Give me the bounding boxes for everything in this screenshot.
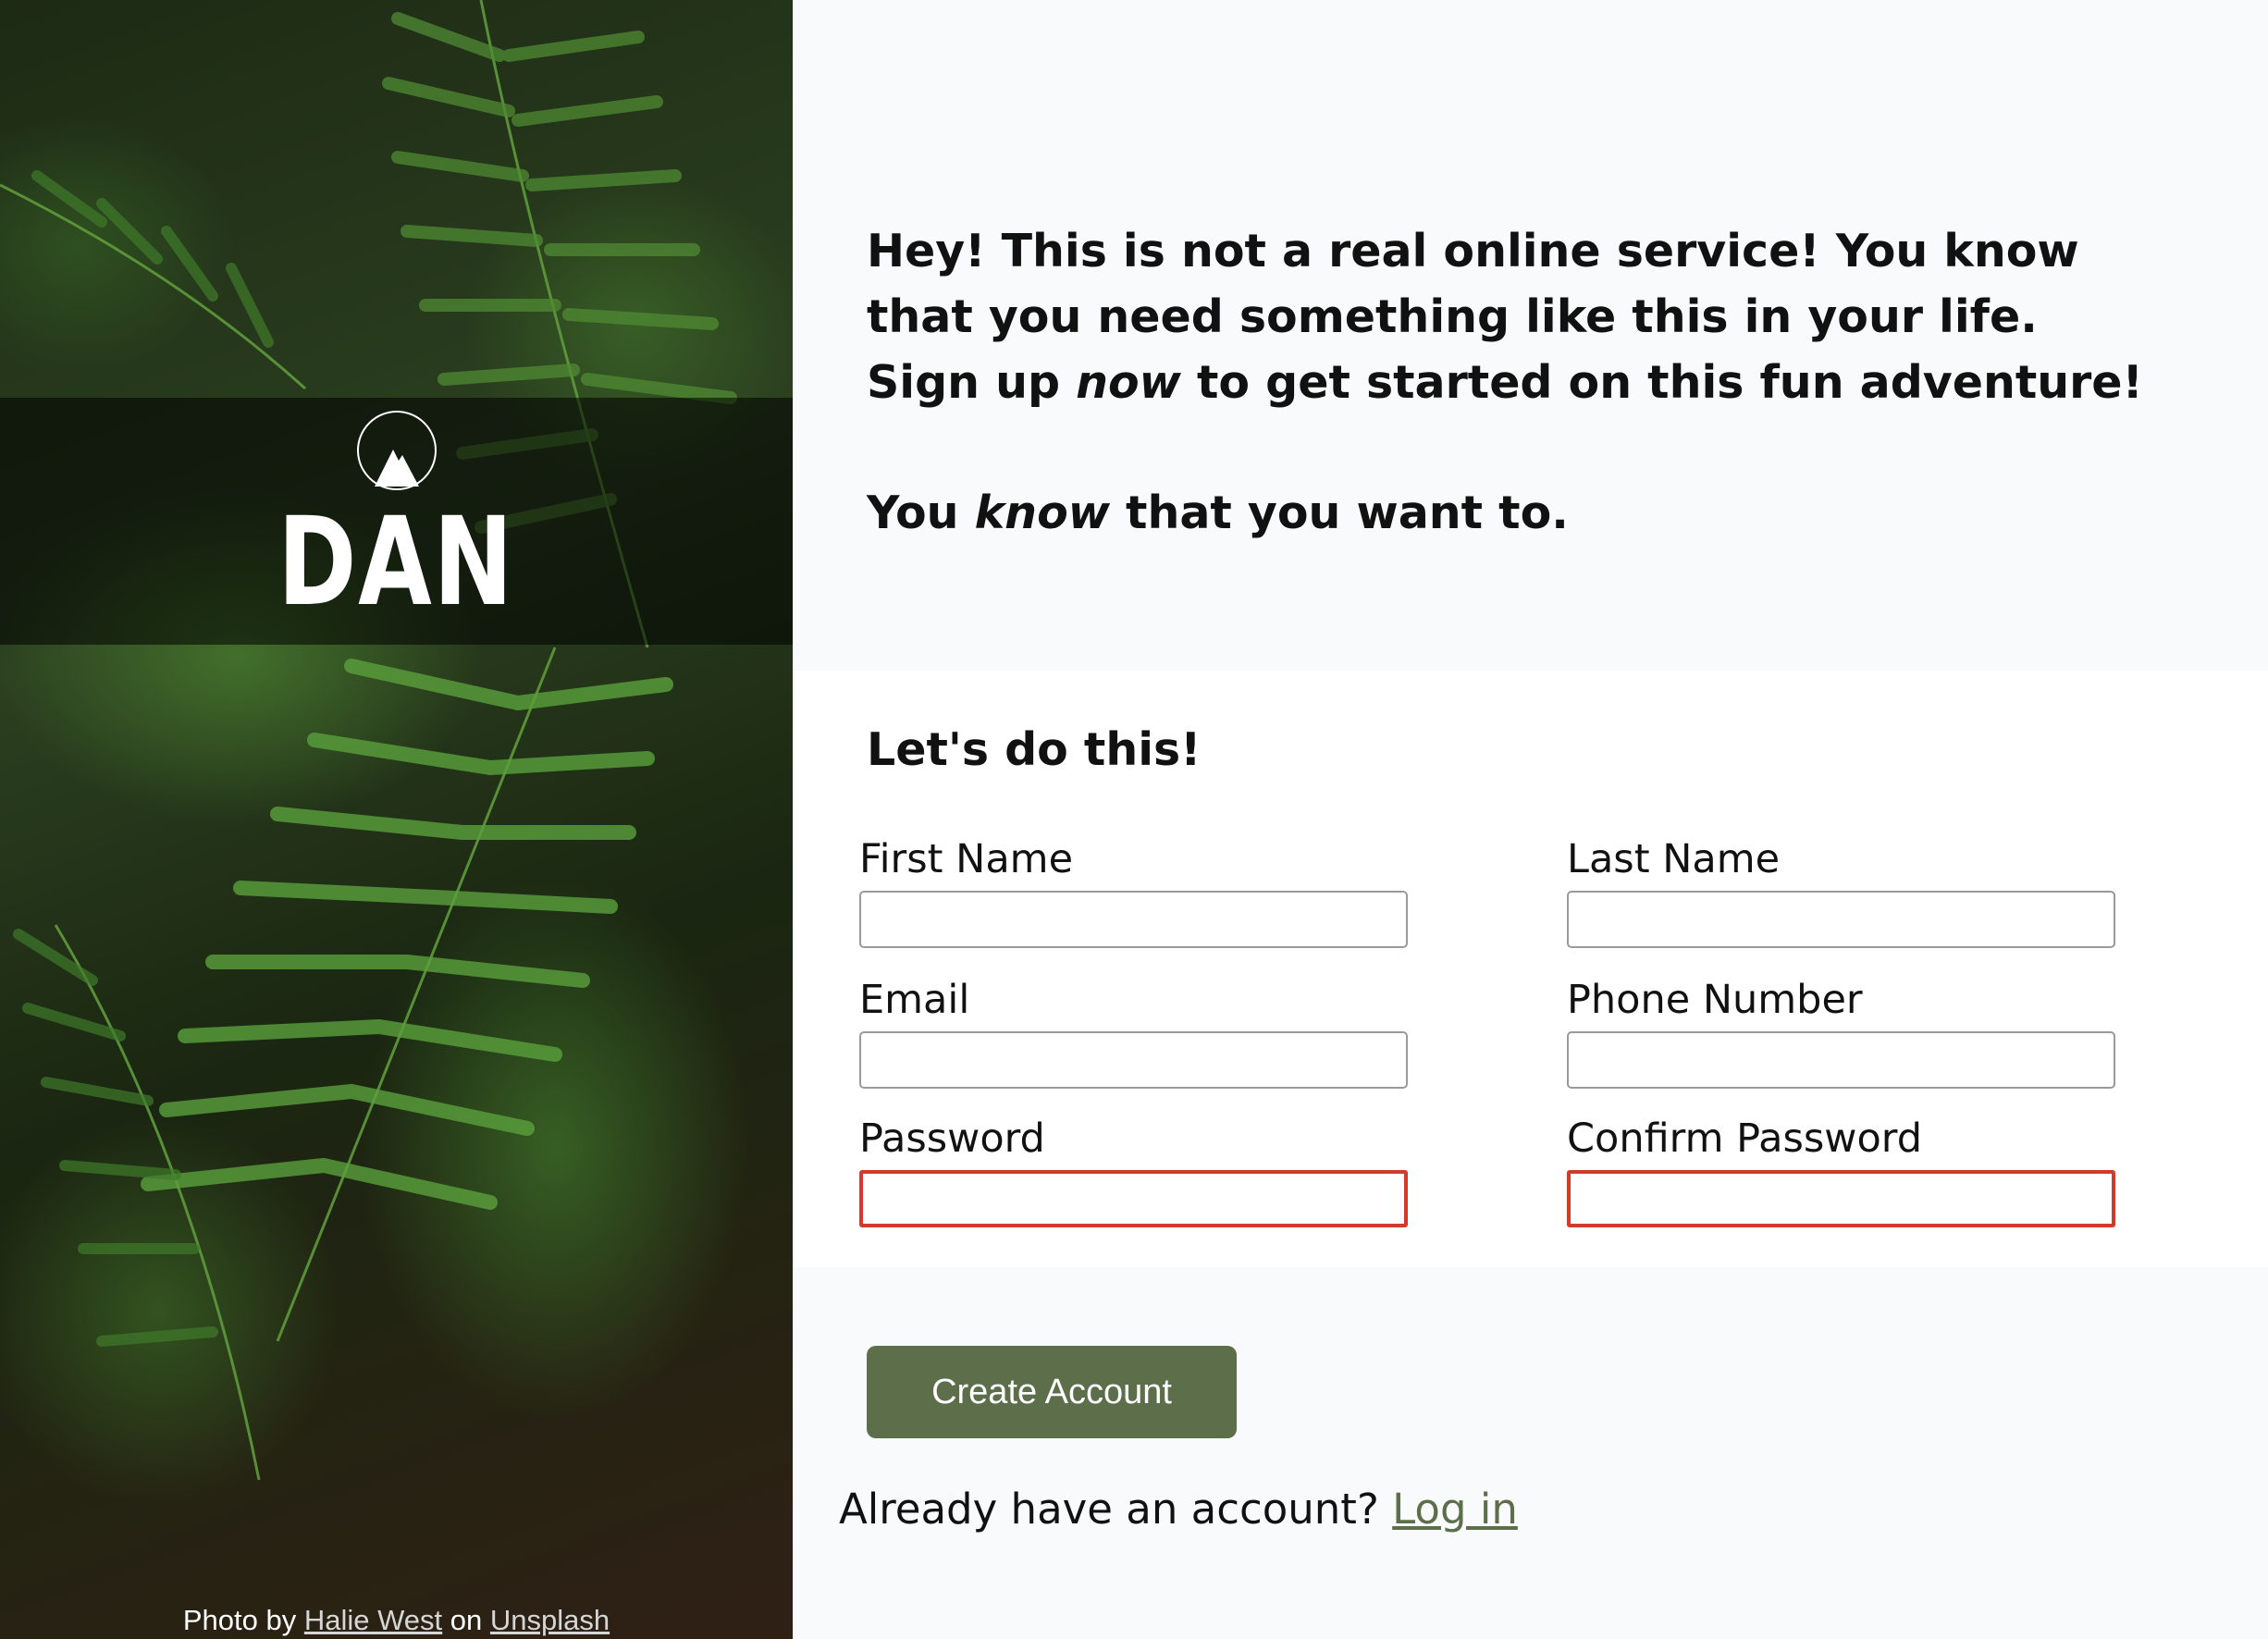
mountain-icon: [356, 410, 437, 490]
signup-content: Hey! This is not a real online service! …: [793, 0, 2268, 1639]
form-title: Let's do this!: [867, 723, 1202, 776]
fern-background-image: [0, 0, 737, 1481]
confirm-password-label: Confirm Password: [1567, 1115, 1922, 1162]
phone-number-input[interactable]: [1567, 1031, 2115, 1089]
login-link[interactable]: Log in: [1392, 1485, 1518, 1534]
first-name-label: First Name: [859, 836, 1074, 882]
logo-band: DAN: [0, 398, 793, 645]
first-name-input[interactable]: [859, 891, 1408, 948]
credit-prefix: Photo by: [182, 1604, 297, 1636]
password-input[interactable]: [859, 1170, 1408, 1227]
credit-mid: on: [450, 1604, 483, 1636]
confirm-password-field: Confirm Password: [1567, 1115, 2115, 1227]
credit-author-link[interactable]: Halie West: [304, 1604, 442, 1636]
intro-paragraph-2: You know that you want to.: [867, 480, 2162, 546]
intro-p1-text-b: to get started on this fun adventure!: [1180, 356, 2143, 409]
login-prompt: Already have an account? Log in: [839, 1485, 1518, 1534]
last-name-field: Last Name: [1567, 835, 2115, 948]
intro-p1-emphasis: now: [1076, 356, 1181, 409]
photo-credit: Photo by Halie West on Unsplash: [0, 1604, 793, 1637]
password-field: Password: [859, 1115, 1408, 1227]
last-name-input[interactable]: [1567, 891, 2115, 948]
intro-paragraph-1: Hey! This is not a real online service! …: [867, 218, 2162, 415]
credit-site-link[interactable]: Unsplash: [490, 1604, 610, 1636]
confirm-password-input[interactable]: [1567, 1170, 2115, 1227]
hero-image-panel: DAN Photo by Halie West on Unsplash: [0, 0, 793, 1639]
phone-number-label: Phone Number: [1567, 977, 1863, 1023]
signup-form: Let's do this! First Name Last Name Emai…: [793, 671, 2268, 1267]
intro-p2-text-a: You: [867, 487, 975, 539]
intro-p2-emphasis: know: [974, 487, 1110, 539]
password-label: Password: [859, 1115, 1045, 1162]
last-name-label: Last Name: [1567, 836, 1781, 882]
signup-page: DAN Photo by Halie West on Unsplash Hey!…: [0, 0, 2268, 1639]
login-prompt-text: Already have an account?: [839, 1485, 1379, 1534]
logo-text: DAN: [277, 490, 515, 634]
phone-number-field: Phone Number: [1567, 976, 2115, 1089]
create-account-button[interactable]: Create Account: [867, 1346, 1237, 1438]
email-label: Email: [859, 977, 970, 1023]
email-field: Email: [859, 976, 1408, 1089]
email-input[interactable]: [859, 1031, 1408, 1089]
intro-p2-text-b: that you want to.: [1110, 487, 1569, 539]
intro-text: Hey! This is not a real online service! …: [867, 218, 2162, 546]
first-name-field: First Name: [859, 835, 1408, 948]
